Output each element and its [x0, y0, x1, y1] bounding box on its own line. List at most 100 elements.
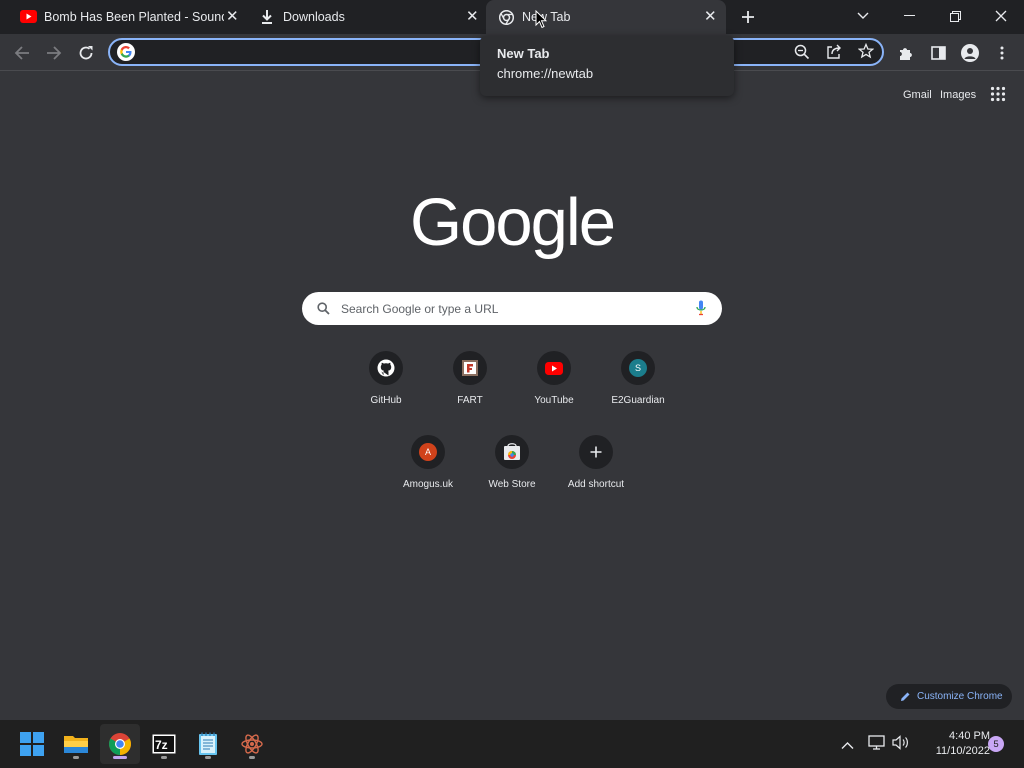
side-panel-button[interactable]	[925, 40, 951, 66]
chevron-down-icon	[857, 12, 869, 19]
menu-button[interactable]	[989, 40, 1015, 66]
reload-icon	[79, 46, 93, 60]
puzzle-icon	[900, 48, 912, 60]
search-placeholder: Search Google or type a URL	[341, 301, 499, 316]
forward-button[interactable]	[41, 40, 67, 66]
restore-icon	[949, 10, 961, 22]
clock-date: 11/10/2022	[935, 745, 990, 757]
running-indicator	[205, 756, 211, 759]
tab-title: Downloads	[283, 10, 345, 24]
kebab-menu-icon	[1000, 46, 1004, 60]
notification-count: 5	[993, 738, 999, 750]
shortcut-youtube[interactable]: YouTube	[512, 351, 596, 406]
shortcut-label: Web Store	[488, 479, 536, 490]
shortcut-label: Amogus.uk	[402, 479, 454, 490]
shortcut-webstore[interactable]: Web Store	[470, 435, 554, 490]
clock[interactable]: 4:40 PM 11/10/2022	[914, 729, 990, 759]
shortcut-tile	[579, 435, 613, 469]
tab-title: Bomb Has Been Planted - Sound	[44, 10, 224, 24]
hover-card-title: New Tab	[497, 46, 550, 61]
7zip-icon: 7z	[152, 734, 176, 754]
volume-button[interactable]	[892, 735, 910, 755]
back-button[interactable]	[9, 40, 35, 66]
close-window-button[interactable]	[978, 0, 1024, 32]
shortcut-label: YouTube	[534, 395, 574, 406]
shortcut-add[interactable]: Add shortcut	[554, 435, 638, 490]
shortcut-e2guardian[interactable]: S E2Guardian	[596, 351, 680, 406]
atom-icon	[241, 734, 263, 754]
profile-button[interactable]	[957, 40, 983, 66]
shortcut-amogus[interactable]: A Amogus.uk	[386, 435, 470, 490]
close-icon	[995, 10, 1007, 22]
tab-youtube[interactable]: Bomb Has Been Planted - Sound ✕	[8, 0, 248, 34]
shortcut-tile	[495, 435, 529, 469]
shortcut-label: Add shortcut	[567, 479, 625, 490]
tab-downloads[interactable]: Downloads ✕	[248, 0, 488, 34]
taskbar-atom[interactable]	[232, 724, 272, 764]
chrome-icon	[109, 733, 131, 755]
apps-grid-button[interactable]	[990, 86, 1006, 102]
shortcut-tile	[453, 351, 487, 385]
shortcut-label: GitHub	[370, 395, 402, 406]
running-indicator	[73, 756, 79, 759]
bookmark-star-icon[interactable]	[857, 42, 875, 64]
amogus-icon: A	[419, 443, 437, 461]
taskbar-file-explorer[interactable]	[56, 724, 96, 764]
tab-search-button[interactable]	[840, 0, 886, 32]
customize-chrome-label: Customize Chrome	[917, 691, 1003, 702]
close-icon[interactable]: ✕	[466, 9, 479, 24]
active-indicator	[113, 756, 127, 759]
show-hidden-icons-button[interactable]	[841, 737, 854, 755]
shortcut-github[interactable]: GitHub	[344, 351, 428, 406]
reload-button[interactable]	[73, 40, 99, 66]
microphone-icon[interactable]	[696, 300, 706, 316]
zoom-icon[interactable]	[794, 44, 810, 65]
notepad-icon	[199, 732, 217, 755]
volume-icon	[892, 735, 908, 750]
hover-card-url: chrome://newtab	[497, 66, 594, 81]
shortcut-tile: S	[621, 351, 655, 385]
e2guardian-icon: S	[629, 359, 647, 377]
fart-icon	[462, 360, 478, 376]
download-icon	[260, 9, 274, 28]
notification-badge[interactable]: 5	[988, 736, 1004, 752]
taskbar-7zip[interactable]: 7z	[144, 724, 184, 764]
extensions-button[interactable]	[893, 40, 919, 66]
taskbar-chrome[interactable]	[100, 724, 140, 764]
new-tab-button[interactable]	[736, 6, 760, 28]
running-indicator	[161, 756, 167, 759]
gmail-link[interactable]: Gmail	[903, 89, 932, 101]
search-box[interactable]: Search Google or type a URL	[302, 292, 722, 325]
svg-text:7z: 7z	[155, 738, 168, 752]
start-icon	[20, 732, 44, 756]
shortcut-fart[interactable]: FART	[428, 351, 512, 406]
close-icon[interactable]: ✕	[226, 9, 239, 24]
mouse-cursor-icon	[535, 10, 547, 29]
taskbar-notepad[interactable]	[188, 724, 228, 764]
network-button[interactable]	[868, 735, 885, 755]
restore-button[interactable]	[932, 0, 978, 32]
tab-new-tab[interactable]: New Tab ✕	[486, 0, 726, 34]
youtube-icon	[545, 361, 563, 375]
tab-strip: Bomb Has Been Planted - Sound ✕ Download…	[0, 0, 1024, 34]
taskbar: 7z 4:40 PM 11/10/2022 5	[0, 720, 1024, 768]
youtube-icon	[20, 10, 37, 23]
search-icon	[317, 302, 330, 315]
github-icon	[377, 359, 395, 377]
avatar-icon	[961, 44, 979, 62]
pencil-icon	[901, 692, 910, 701]
close-icon[interactable]: ✕	[704, 9, 717, 24]
images-link[interactable]: Images	[940, 89, 976, 101]
chevron-up-icon	[841, 742, 854, 749]
share-icon[interactable]	[826, 44, 842, 65]
customize-chrome-button[interactable]: Customize Chrome	[886, 684, 1012, 709]
shortcut-tile: A	[411, 435, 445, 469]
tab-hover-card: New Tab chrome://newtab	[480, 36, 734, 96]
shortcut-tile	[369, 351, 403, 385]
arrow-right-icon	[47, 46, 62, 60]
clock-time: 4:40 PM	[949, 730, 990, 742]
network-icon	[868, 735, 885, 750]
minimize-button[interactable]	[886, 0, 932, 32]
start-button[interactable]	[12, 724, 52, 764]
side-panel-icon	[930, 46, 946, 60]
